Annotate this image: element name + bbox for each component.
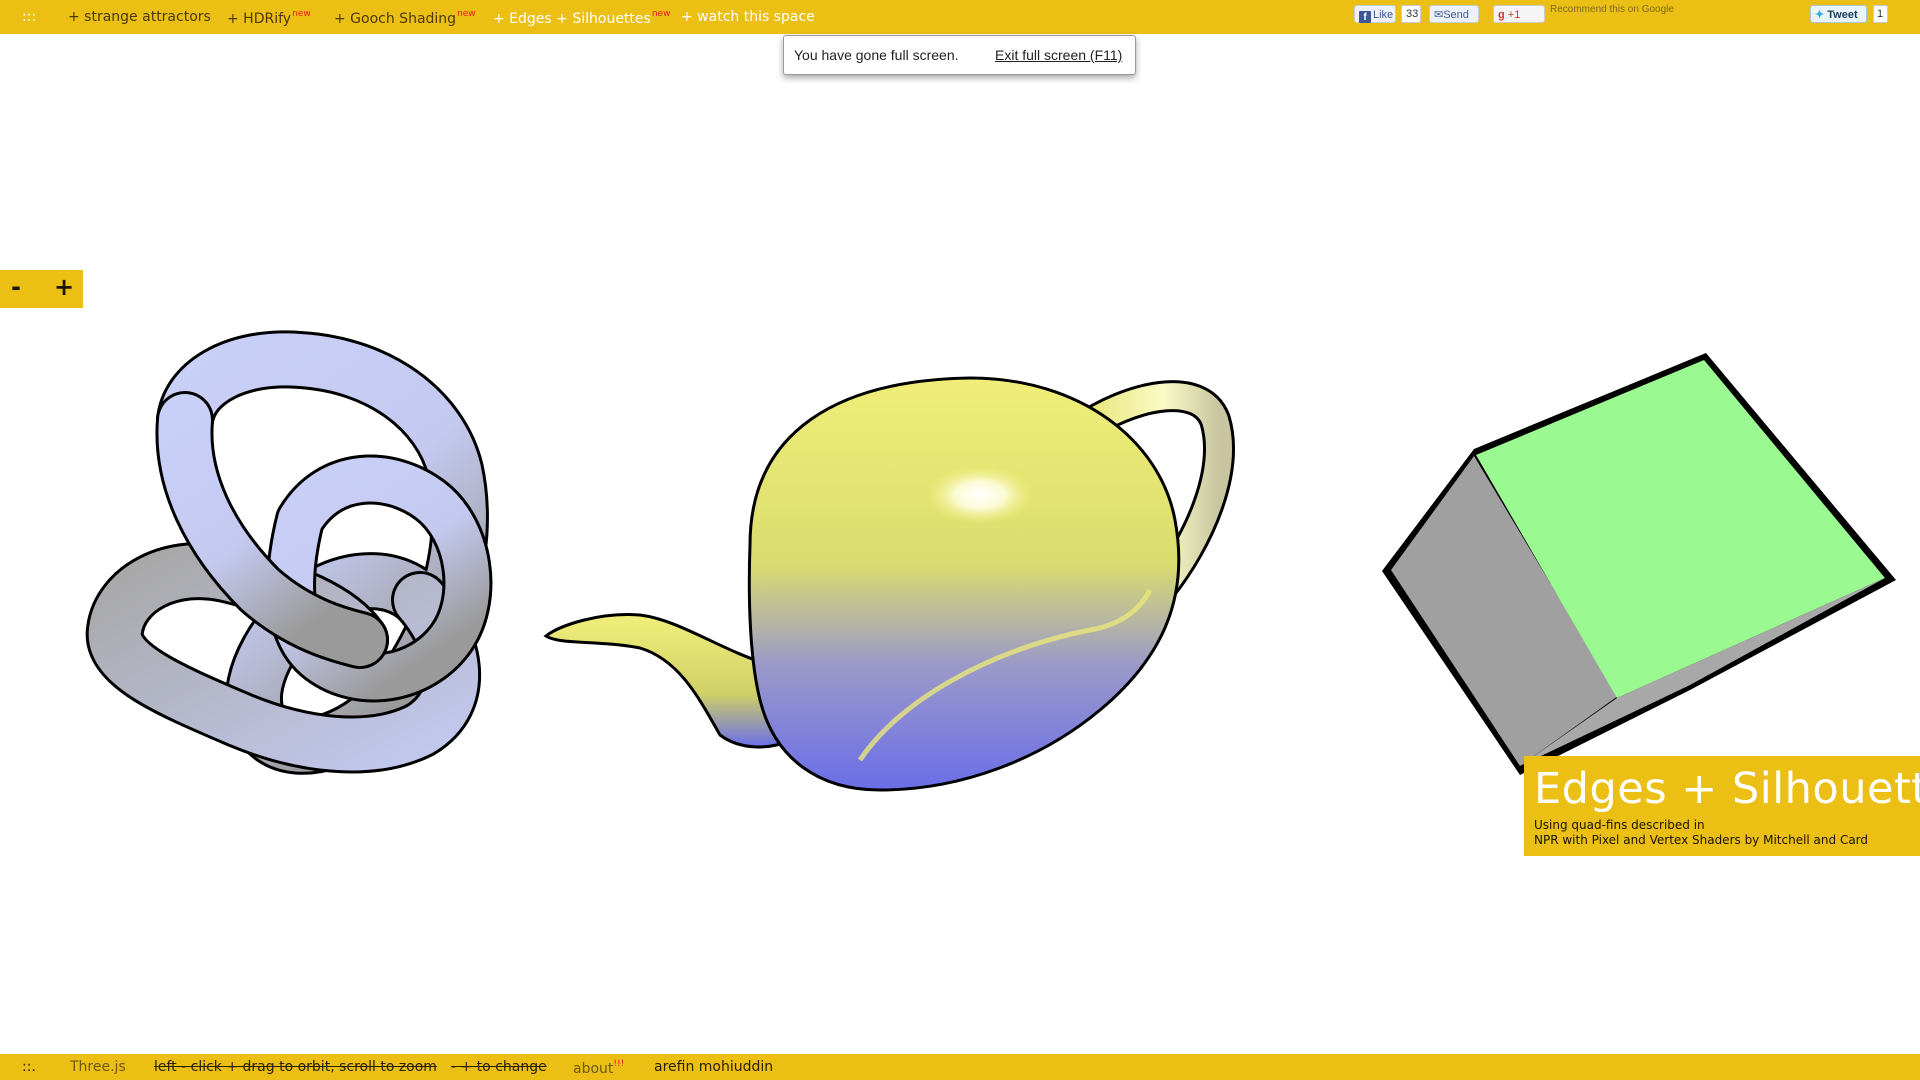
tweet-count: 1 bbox=[1873, 5, 1888, 23]
info-reference: NPR with Pixel and Vertex Shaders by Mit… bbox=[1534, 833, 1869, 847]
nav-item-hdrify[interactable]: + HDRifynew bbox=[227, 9, 311, 27]
twitter-icon: ✦ bbox=[1815, 9, 1825, 21]
author-link[interactable]: arefin mohiuddin bbox=[654, 1059, 773, 1075]
nav-menu-icon[interactable]: ::: bbox=[22, 9, 36, 25]
threejs-link[interactable]: Three.js bbox=[70, 1059, 126, 1075]
facebook-send-button[interactable]: ✉Send bbox=[1429, 5, 1479, 23]
gplus-label: +1 bbox=[1507, 9, 1521, 21]
send-label: Send bbox=[1443, 9, 1469, 21]
nav-item-gooch-shading[interactable]: + Gooch Shadingnew bbox=[334, 9, 476, 27]
gplus-recommend-text: Recommend this on Google bbox=[1550, 4, 1674, 15]
nav-item-label: + strange attractors bbox=[68, 9, 211, 25]
info-panel: Edges + Silhouettes Using quad-fins desc… bbox=[1524, 756, 1920, 856]
teapot-model bbox=[543, 376, 1235, 792]
new-badge: new bbox=[292, 9, 311, 19]
webgl-canvas[interactable] bbox=[0, 34, 1920, 1054]
nav-item-label: + Edges + Silhouettes bbox=[493, 11, 651, 27]
page: ::: + strange attractors + HDRifynew + G… bbox=[0, 0, 1920, 1080]
orbit-instructions: left - click + drag to orbit, scroll to … bbox=[154, 1059, 437, 1075]
info-title: Edges + Silhouettes bbox=[1534, 764, 1920, 814]
send-icon: ✉ bbox=[1434, 9, 1444, 21]
google-plus-one-button[interactable]: g +1 bbox=[1493, 5, 1545, 23]
about-label: about bbox=[573, 1061, 614, 1077]
about-link[interactable]: about!!! bbox=[573, 1059, 624, 1077]
top-nav-bar: ::: + strange attractors + HDRifynew + G… bbox=[0, 0, 1920, 34]
nav-item-label: + watch this space bbox=[681, 9, 815, 25]
tweet-button[interactable]: ✦ Tweet bbox=[1810, 5, 1867, 23]
facebook-icon: f bbox=[1359, 11, 1371, 23]
nav-item-strange-attractors[interactable]: + strange attractors bbox=[68, 9, 211, 25]
torus-knot-model bbox=[85, 330, 493, 775]
exit-fullscreen-link[interactable]: Exit full screen (F11) bbox=[995, 47, 1122, 63]
like-count: 33 bbox=[1401, 5, 1421, 23]
teapot-highlight bbox=[925, 465, 1035, 525]
about-badge: !!! bbox=[613, 1059, 625, 1069]
nav-item-watch-this-space[interactable]: + watch this space bbox=[681, 9, 815, 25]
bottom-bar: ::. Three.js left - click + drag to orbi… bbox=[0, 1054, 1920, 1080]
zoom-out-button[interactable]: - bbox=[11, 274, 21, 300]
zoom-in-button[interactable]: + bbox=[54, 274, 74, 300]
new-badge: new bbox=[457, 9, 476, 19]
google-icon: g bbox=[1498, 9, 1505, 21]
fullscreen-message: You have gone full screen. bbox=[794, 47, 959, 63]
nav-item-edges-silhouettes[interactable]: + Edges + Silhouettesnew bbox=[493, 9, 670, 27]
cube-model bbox=[1382, 353, 1896, 775]
tweet-label: Tweet bbox=[1827, 9, 1858, 21]
change-hint: - + to change bbox=[451, 1059, 547, 1075]
new-badge: new bbox=[651, 9, 671, 19]
nav-item-label: + Gooch Shading bbox=[334, 11, 457, 27]
fullscreen-notice: You have gone full screen. Exit full scr… bbox=[783, 35, 1136, 75]
nav-item-label: + HDRify bbox=[227, 11, 292, 27]
bottom-menu-icon[interactable]: ::. bbox=[22, 1059, 36, 1075]
facebook-like-button[interactable]: f Like bbox=[1354, 5, 1396, 23]
like-label: Like bbox=[1373, 9, 1394, 21]
zoom-controls: - + bbox=[0, 270, 83, 308]
info-description: Using quad-fins described in bbox=[1534, 818, 1705, 832]
